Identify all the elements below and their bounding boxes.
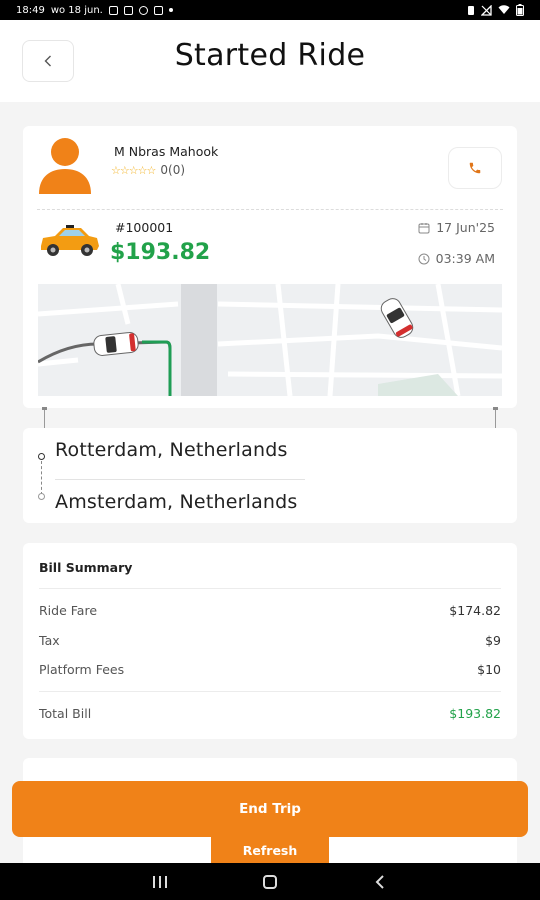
rating-count: 0(0) <box>160 163 186 177</box>
system-nav-bar <box>0 863 540 900</box>
ride-date-text: 17 Jun'25 <box>436 220 495 235</box>
status-right <box>467 4 524 16</box>
phone-icon <box>469 162 481 174</box>
image-icon <box>108 5 118 15</box>
clock-icon <box>418 253 430 264</box>
end-trip-button[interactable]: End Trip <box>12 781 528 837</box>
battery-icon <box>516 4 524 16</box>
bill-total-value: $193.82 <box>449 706 501 721</box>
bill-row-value: $9 <box>485 633 501 648</box>
ride-time: 03:39 AM <box>418 251 495 266</box>
page-title: Started Ride <box>174 38 366 73</box>
star-icon: ☆ <box>111 163 121 177</box>
avatar <box>39 138 91 194</box>
bill-divider <box>39 588 501 589</box>
bill-row: Ride Fare $174.82 <box>39 603 501 618</box>
status-left: 18:49 wo 18 jun. <box>16 5 173 16</box>
recents-icon[interactable] <box>153 875 167 888</box>
dropoff-address: Amsterdam, Netherlands <box>55 491 298 513</box>
bill-row: Platform Fees $10 <box>39 662 501 677</box>
call-driver-button[interactable] <box>448 147 502 189</box>
pickup-dot-icon <box>38 453 45 460</box>
signal-off-icon <box>481 4 492 16</box>
bill-divider <box>39 691 501 692</box>
star-icon: ☆ <box>128 163 139 177</box>
driver-rating: ☆ ☆ ☆ ☆ ☆ 0(0) <box>111 163 185 177</box>
bill-total-label: Total Bill <box>39 706 92 721</box>
bill-total-row: Total Bill $193.82 <box>39 706 501 721</box>
dropoff-dot-icon <box>38 493 45 500</box>
card-connector-left <box>42 407 47 428</box>
ride-date: 17 Jun'25 <box>418 220 495 235</box>
bill-row-label: Ride Fare <box>39 603 98 618</box>
ride-id: #100001 <box>115 220 174 235</box>
battery-saver-icon <box>468 5 474 15</box>
pickup-address: Rotterdam, Netherlands <box>55 439 288 461</box>
bill-row-label: Platform Fees <box>39 662 125 677</box>
star-icon: ☆ <box>146 163 157 177</box>
status-date: wo 18 jun. <box>50 4 103 16</box>
card-divider <box>37 209 503 210</box>
status-bar: 18:49 wo 18 jun. <box>0 0 540 20</box>
status-time: 18:49 <box>16 4 45 16</box>
ride-card: M Nbras Mahook ☆ ☆ ☆ ☆ ☆ 0(0) #100001 $1… <box>23 126 517 408</box>
bill-summary-card: Bill Summary Ride Fare $174.82 Tax $9 Pl… <box>23 543 517 739</box>
star-icon: ☆ <box>119 163 130 177</box>
refresh-button[interactable]: Refresh <box>211 837 329 863</box>
home-icon[interactable] <box>263 874 277 889</box>
calendar-icon <box>418 222 430 233</box>
bill-row-value: $10 <box>477 662 501 677</box>
card-connector-right <box>493 407 498 428</box>
route-card: Rotterdam, Netherlands Amsterdam, Nether… <box>23 428 517 523</box>
bill-title: Bill Summary <box>39 560 133 575</box>
wifi-icon <box>498 5 510 14</box>
ride-price: $193.82 <box>110 240 211 265</box>
vpn-icon <box>138 5 148 15</box>
chat-icon <box>153 5 163 15</box>
route-line <box>41 461 42 495</box>
bill-row: Tax $9 <box>39 633 501 648</box>
taxi-car-icon <box>41 225 99 256</box>
ride-time-text: 03:39 AM <box>435 251 495 266</box>
back-icon[interactable] <box>373 874 387 889</box>
address-divider <box>55 479 305 480</box>
star-icon: ☆ <box>137 163 148 177</box>
message-icon <box>123 5 133 15</box>
more-notifications-icon <box>168 8 173 12</box>
route-map[interactable] <box>38 284 502 396</box>
app-header: Started Ride <box>0 20 540 102</box>
driver-name: M Nbras Mahook <box>114 144 219 159</box>
bill-row-label: Tax <box>39 633 60 648</box>
bill-row-value: $174.82 <box>449 603 501 618</box>
